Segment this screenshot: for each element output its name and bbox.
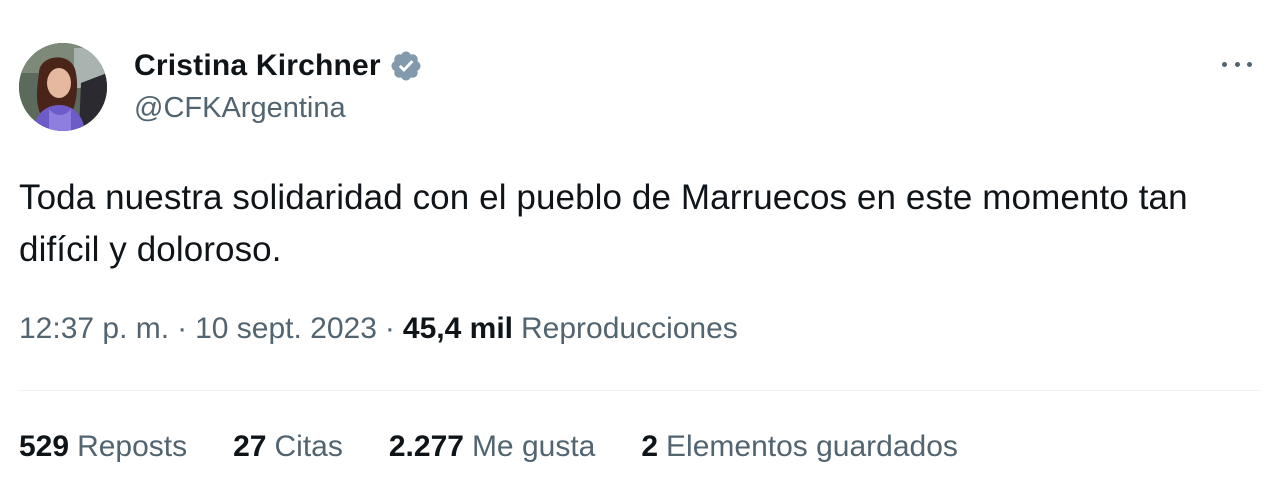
reposts-label: Reposts xyxy=(77,430,188,463)
views-count: 45,4 mil xyxy=(402,312,513,345)
more-dot xyxy=(1247,61,1252,67)
tweet-time[interactable]: 12:37 p. m. xyxy=(19,312,169,346)
meta-separator: · xyxy=(384,312,395,345)
meta-separator: · xyxy=(177,312,188,345)
likes-stat[interactable]: 2.277 Me gusta xyxy=(389,430,595,464)
tweet-text: Toda nuestra solidaridad con el pueblo d… xyxy=(19,178,1188,269)
bookmarks-count: 2 xyxy=(641,430,659,463)
quotes-label: Citas xyxy=(274,430,343,463)
more-options-icon[interactable] xyxy=(1222,50,1252,78)
tweet-card: Cristina Kirchner @CFKArgentina Toda nue… xyxy=(0,0,1280,491)
author-handle[interactable]: @CFKArgentina xyxy=(134,92,423,125)
quotes-count: 27 xyxy=(233,430,267,463)
divider xyxy=(19,390,1260,391)
tweet-date[interactable]: 10 sept. 2023 xyxy=(195,312,377,346)
likes-count: 2.277 xyxy=(388,430,464,463)
tweet-meta: 12:37 p. m. · 10 sept. 2023 · 45,4 mil R… xyxy=(19,312,738,346)
avatar[interactable] xyxy=(19,43,107,131)
likes-label: Me gusta xyxy=(471,430,596,463)
quotes-stat[interactable]: 27 Citas xyxy=(233,430,343,464)
author-name-row: Cristina Kirchner xyxy=(134,46,423,86)
reposts-stat[interactable]: 529 Reposts xyxy=(19,430,187,464)
avatar-image xyxy=(19,43,107,131)
bookmarks-label: Elementos guardados xyxy=(666,430,958,463)
author-display-name[interactable]: Cristina Kirchner xyxy=(134,49,381,83)
verified-badge-icon[interactable] xyxy=(389,49,423,83)
engagement-stats: 529 Reposts 27 Citas 2.277 Me gusta 2 Elemen… xyxy=(19,430,1004,464)
more-dot xyxy=(1222,61,1227,67)
author-info: Cristina Kirchner @CFKArgentina xyxy=(134,46,423,125)
more-dot xyxy=(1234,61,1240,67)
bookmarks-stat[interactable]: 2 Elementos guardados xyxy=(641,430,958,464)
reposts-count: 529 xyxy=(19,430,70,463)
views-label: Reproducciones xyxy=(521,312,738,345)
